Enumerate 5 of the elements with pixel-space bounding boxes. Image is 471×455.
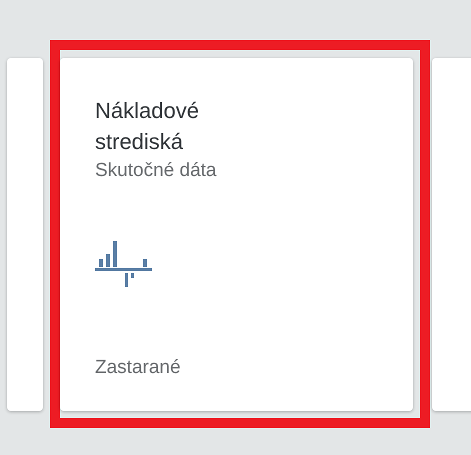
tile-status: Zastarané (95, 356, 182, 380)
tile-subtitle: Skutočné dáta (95, 159, 218, 183)
tile-title: Nákladové strediská (95, 97, 200, 156)
tile-card[interactable]: Nákladové strediská Skutočné dáta Zastarané (60, 58, 413, 411)
tile-card[interactable] (7, 58, 43, 411)
